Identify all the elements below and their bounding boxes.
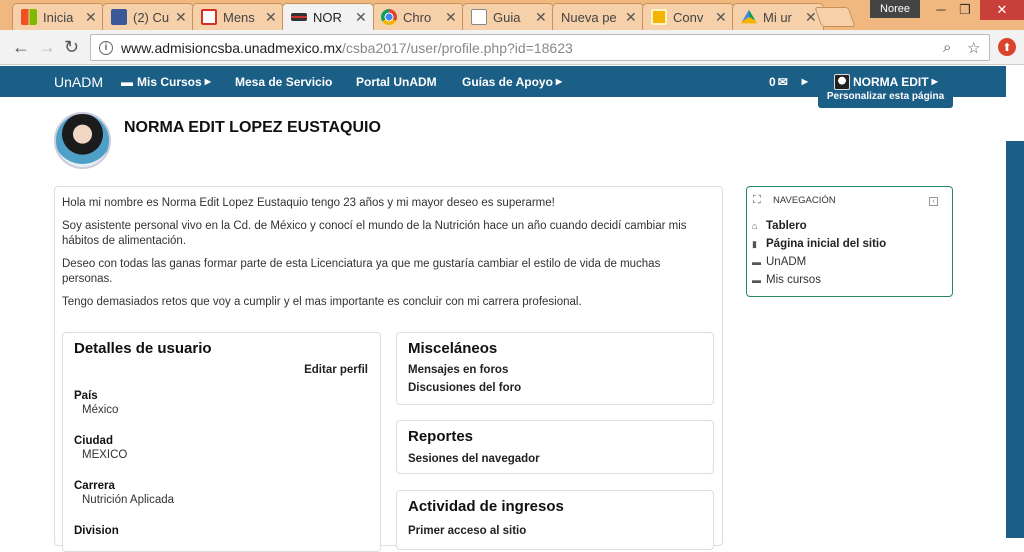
forward-icon[interactable]: → — [38, 38, 56, 56]
close-tab-icon[interactable]: ✕ — [355, 9, 367, 26]
forum-posts-link[interactable]: Mensajes en foros — [408, 364, 508, 376]
description-paragraph: Deseo con todas las ganas formar parte d… — [62, 258, 661, 285]
windows-icon — [21, 9, 37, 25]
folder-icon: ▬ — [752, 275, 761, 285]
zoom-icon[interactable]: ⌕ — [943, 39, 951, 56]
close-tab-icon[interactable]: ✕ — [715, 9, 727, 26]
customize-page-button[interactable]: Personalizar esta página — [818, 91, 953, 108]
misc-card: Misceláneos Mensajes en foros Discusione… — [396, 332, 714, 405]
brand-link[interactable]: UnADM — [54, 66, 103, 97]
folder-icon: ▬ — [752, 257, 761, 267]
restore-icon[interactable]: ❐ — [950, 0, 980, 20]
close-tab-icon[interactable]: ✕ — [85, 9, 97, 26]
nav-portal-unadm[interactable]: Portal UnADM — [356, 66, 437, 97]
address-bar[interactable]: i www.admisioncsba.unadmexico.mx/csba201… — [90, 34, 990, 61]
nav-mesa-servicio[interactable]: Mesa de Servicio — [235, 66, 332, 97]
nav-item-pagina-inicial[interactable]: ▮ Página inicial del sitio — [752, 235, 886, 253]
browser-tab[interactable]: Chro ✕ — [372, 3, 464, 30]
caret-right-icon: ▶ — [931, 77, 938, 86]
forum-discussions-link[interactable]: Discusiones del foro — [408, 382, 521, 394]
browser-tab[interactable]: Conv ✕ — [642, 3, 734, 30]
close-tab-icon[interactable]: ✕ — [445, 9, 457, 26]
unadm-icon — [291, 13, 307, 21]
card-title: Misceláneos — [408, 340, 498, 357]
browser-tab[interactable]: Guia ✕ — [462, 3, 554, 30]
user-details-card: Detalles de usuario Editar perfil País M… — [62, 332, 381, 552]
messages-menu[interactable]: 0 ✉ ▶ — [769, 66, 808, 97]
block-header: ⛶ NAVEGACIÓN — [753, 194, 836, 206]
nav-item-unadm[interactable]: ▬ UnADM — [752, 253, 886, 271]
nav-mis-cursos[interactable]: ▬ Mis Cursos ▶ — [121, 66, 211, 97]
chrome-icon — [381, 9, 397, 25]
scrollbar-thumb[interactable] — [1006, 141, 1024, 538]
first-access-label: Primer acceso al sitio — [408, 525, 527, 537]
page-title: NORMA EDIT LOPEZ EUSTAQUIO — [124, 119, 381, 136]
close-window-icon[interactable]: ✕ — [980, 0, 1024, 20]
gmail-icon — [201, 9, 217, 25]
close-tab-icon[interactable]: ✕ — [265, 9, 277, 26]
close-tab-icon[interactable]: ✕ — [625, 9, 637, 26]
caret-right-icon: ▶ — [555, 77, 563, 86]
slides-icon — [651, 9, 667, 25]
card-title: Actividad de ingresos — [408, 498, 564, 515]
browser-tab[interactable]: (2) Cu ✕ — [102, 3, 194, 30]
browser-toolbar: ← → ↻ i www.admisioncsba.unadmexico.mx/c… — [0, 30, 1024, 65]
detail-career: Carrera Nutrición Aplicada — [74, 480, 175, 506]
browser-tab[interactable]: Mi ur ✕ — [732, 3, 824, 30]
info-icon[interactable]: i — [99, 40, 113, 55]
back-icon[interactable]: ← — [12, 38, 30, 56]
detail-city: Ciudad MEXICO — [74, 435, 128, 461]
close-tab-icon[interactable]: ✕ — [175, 9, 187, 26]
caret-right-icon: ▶ — [204, 77, 211, 86]
description-paragraph: Hola mi nombre es Norma Edit Lopez Eusta… — [62, 197, 555, 209]
drive-icon — [741, 9, 757, 24]
description-paragraph: Soy asistente personal vivo en la Cd. de… — [62, 220, 687, 247]
caret-right-icon: ▶ — [801, 77, 808, 86]
browser-tab[interactable]: Nueva pe ✕ — [552, 3, 644, 30]
nav-item-mis-cursos[interactable]: ▬ Mis cursos — [752, 271, 886, 289]
reports-card: Reportes Sesiones del navegador — [396, 420, 714, 474]
extension-icon[interactable]: ⬆ — [998, 38, 1016, 56]
facebook-icon — [111, 9, 127, 25]
avatar — [834, 73, 850, 90]
close-tab-icon[interactable]: ✕ — [535, 9, 547, 26]
briefcase-icon: ▬ — [121, 74, 133, 89]
nav-item-tablero[interactable]: ⌂ Tablero — [752, 217, 886, 235]
page-scrollbar[interactable] — [1006, 66, 1024, 538]
browser-tab[interactable]: Inicia ✕ — [12, 3, 104, 30]
description-paragraph: Tengo demasiados retos que voy a cumplir… — [62, 296, 582, 308]
envelope-icon: ✉ — [777, 74, 788, 89]
reload-icon[interactable]: ↻ — [64, 38, 79, 56]
page-icon: ▮ — [752, 238, 757, 249]
browser-sessions-link[interactable]: Sesiones del navegador — [408, 453, 540, 465]
sitemap-icon: ⛶ — [753, 194, 761, 206]
navigation-block: ⛶ NAVEGACIÓN ‹ ⌂ Tablero ▮ Página inicial … — [746, 186, 953, 297]
new-tab-button[interactable] — [814, 7, 856, 27]
browser-tab[interactable]: Mens ✕ — [192, 3, 284, 30]
nav-guias-apoyo[interactable]: Guías de Apoyo ▶ — [462, 66, 562, 97]
browser-profile-button[interactable]: Noree — [870, 0, 920, 18]
browser-tab-active[interactable]: NOR ✕ — [282, 3, 374, 30]
detail-country: País México — [74, 390, 119, 416]
browser-tab-strip: Inicia ✕ (2) Cu ✕ Mens ✕ NOR ✕ Chro ✕ Guia ✕ N… — [0, 0, 1024, 30]
profile-picture — [54, 112, 111, 169]
detail-division: Division — [74, 525, 119, 537]
document-icon — [471, 9, 487, 25]
home-icon: ⌂ — [752, 221, 758, 231]
collapse-block-icon[interactable]: ‹ — [929, 197, 938, 206]
login-activity-card: Actividad de ingresos Primer acceso al s… — [396, 490, 714, 550]
bookmark-star-icon[interactable]: ☆ — [967, 39, 980, 57]
edit-profile-link[interactable]: Editar perfil — [304, 364, 368, 376]
profile-description: Hola mi nombre es Norma Edit Lopez Eusta… — [62, 196, 712, 318]
card-title: Detalles de usuario — [74, 340, 212, 357]
card-title: Reportes — [408, 428, 474, 445]
navigation-list: ⌂ Tablero ▮ Página inicial del sitio ▬ UnAD… — [752, 217, 886, 289]
